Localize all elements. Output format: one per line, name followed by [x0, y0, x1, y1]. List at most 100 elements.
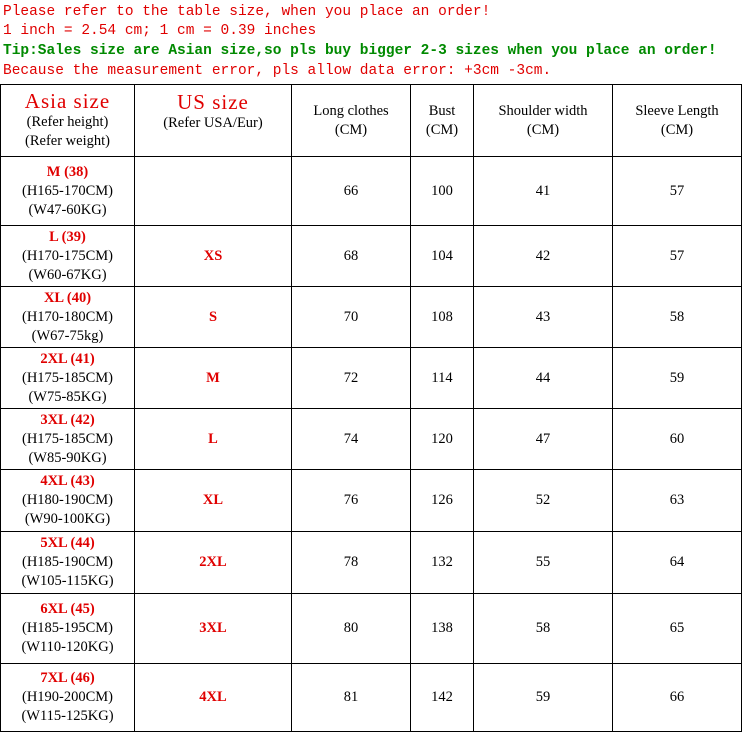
bust-cell: 126	[410, 469, 474, 532]
us-size-value: XS	[203, 247, 223, 264]
table-row: 4XL (43) (H180-190CM) (W90-100KG) XL 76 …	[0, 469, 742, 532]
asia-size-cell: 2XL (41) (H175-185CM) (W75-85KG)	[0, 347, 135, 409]
us-size-value: 2XL	[199, 554, 227, 570]
table-row: L (39) (H170-175CM) (W60-67KG) XS 68 104…	[0, 225, 742, 287]
asia-size-cell: L (39) (H170-175CM) (W60-67KG)	[0, 225, 135, 287]
bust-cell: 114	[410, 347, 474, 409]
asia-size-value: M (38)	[46, 163, 89, 180]
sleeve-length-cell: 58	[612, 286, 742, 348]
asia-size-value: L (39)	[49, 228, 86, 245]
sleeve-length-cell: 65	[612, 593, 742, 664]
bust-unit: (CM)	[425, 121, 459, 138]
refer-height: (H170-180CM)	[21, 308, 114, 325]
refer-height: (H185-195CM)	[21, 620, 114, 636]
refer-height: (H190-200CM)	[21, 689, 114, 705]
table-row: 6XL (45) (H185-195CM) (W110-120KG) 3XL 8…	[0, 593, 742, 664]
bust-cell: 138	[410, 593, 474, 664]
shoulder-width-cell: 41	[473, 156, 613, 226]
refer-weight: (W105-115KG)	[21, 573, 114, 589]
us-size-sub: (Refer USA/Eur)	[163, 115, 263, 131]
long-clothes-header: Long clothes (CM)	[291, 84, 411, 157]
bust-cell: 100	[410, 156, 474, 226]
refer-weight: (W67-75kg)	[31, 327, 104, 344]
us-size-value: M	[206, 369, 220, 386]
us-size-header: US size (Refer USA/Eur)	[134, 84, 292, 157]
asia-size-cell: 7XL (46) (H190-200CM) (W115-125KG)	[0, 663, 135, 732]
sleeve-length-cell: 57	[612, 156, 742, 226]
long-clothes-cell: 74	[291, 408, 411, 470]
shoulder-width-cell: 58	[473, 593, 613, 664]
refer-weight: (W115-125KG)	[21, 708, 114, 724]
table-row: 5XL (44) (H185-190CM) (W105-115KG) 2XL 7…	[0, 531, 742, 594]
long-clothes-cell: 78	[291, 531, 411, 594]
asia-size-cell: 6XL (45) (H185-195CM) (W110-120KG)	[0, 593, 135, 664]
header-row: Asia size (Refer height) (Refer weight) …	[0, 84, 742, 157]
conversion-note: 1 inch = 2.54 cm; 1 cm = 0.39 inches	[3, 23, 317, 39]
long-clothes-cell: 80	[291, 593, 411, 664]
asia-size-value: 4XL (43)	[40, 473, 95, 489]
refer-weight: (W85-90KG)	[28, 449, 107, 466]
us-size-value: XL	[202, 492, 224, 508]
asia-size-value: 2XL (41)	[40, 350, 95, 367]
shoulder-width-label: Shoulder width	[498, 102, 588, 119]
refer-weight: (W60-67KG)	[28, 266, 107, 283]
sleeve-length-cell: 63	[612, 469, 742, 532]
us-size-cell: 3XL	[134, 593, 292, 664]
us-size-cell: 2XL	[134, 531, 292, 594]
us-size-cell: 4XL	[134, 663, 292, 732]
us-size-value: S	[208, 308, 218, 325]
asia-size-header: Asia size (Refer height) (Refer weight)	[0, 84, 135, 157]
long-clothes-cell: 76	[291, 469, 411, 532]
table-row: 3XL (42) (H175-185CM) (W85-90KG) L 74 12…	[0, 408, 742, 470]
long-clothes-cell: 70	[291, 286, 411, 348]
us-size-value: 3XL	[199, 620, 227, 636]
long-clothes-cell: 66	[291, 156, 411, 226]
shoulder-width-cell: 55	[473, 531, 613, 594]
asia-size-value: 5XL (44)	[40, 535, 95, 551]
us-size-cell: L	[134, 408, 292, 470]
refer-height: (H185-190CM)	[21, 554, 114, 570]
sleeve-length-cell: 60	[612, 408, 742, 470]
asia-size-value: 7XL (46)	[40, 670, 95, 686]
asia-size-sub-height: (Refer height)	[26, 114, 109, 130]
asia-size-sub-weight: (Refer weight)	[25, 133, 110, 149]
us-size-value: L	[208, 430, 218, 447]
asia-size-value: XL (40)	[43, 289, 92, 306]
refer-weight: (W90-100KG)	[24, 511, 111, 527]
asia-size-value: 3XL (42)	[40, 411, 95, 428]
bust-cell: 142	[410, 663, 474, 732]
asia-size-cell: M (38) (H165-170CM) (W47-60KG)	[0, 156, 135, 226]
sleeve-length-cell: 57	[612, 225, 742, 287]
bust-cell: 104	[410, 225, 474, 287]
shoulder-width-cell: 42	[473, 225, 613, 287]
tip-note: Tip:Sales size are Asian size,so pls buy…	[3, 43, 717, 59]
refer-weight: (W110-120KG)	[21, 639, 114, 655]
asia-size-cell: 5XL (44) (H185-190CM) (W105-115KG)	[0, 531, 135, 594]
refer-weight: (W47-60KG)	[28, 201, 107, 218]
long-clothes-label: Long clothes	[313, 102, 389, 119]
sleeve-length-cell: 59	[612, 347, 742, 409]
sleeve-length-header: Sleeve Length (CM)	[612, 84, 742, 157]
shoulder-width-cell: 44	[473, 347, 613, 409]
long-clothes-unit: (CM)	[334, 121, 368, 138]
refer-height: (H165-170CM)	[21, 182, 114, 199]
us-size-cell	[134, 156, 292, 226]
size-table: Asia size (Refer height) (Refer weight) …	[0, 84, 742, 732]
bust-cell: 108	[410, 286, 474, 348]
asia-size-cell: 3XL (42) (H175-185CM) (W85-90KG)	[0, 408, 135, 470]
refer-height: (H170-175CM)	[21, 247, 114, 264]
sleeve-length-cell: 66	[612, 663, 742, 732]
order-note: Please refer to the table size, when you…	[3, 4, 491, 20]
shoulder-width-cell: 43	[473, 286, 613, 348]
asia-size-cell: XL (40) (H170-180CM) (W67-75kg)	[0, 286, 135, 348]
bust-label: Bust	[428, 102, 456, 119]
us-size-title: US size	[177, 90, 249, 114]
us-size-value: 4XL	[199, 689, 227, 705]
refer-weight: (W75-85KG)	[28, 388, 107, 405]
table-row: M (38) (H165-170CM) (W47-60KG) 66 100 41…	[0, 156, 742, 226]
long-clothes-cell: 68	[291, 225, 411, 287]
shoulder-width-cell: 52	[473, 469, 613, 532]
table-row: 2XL (41) (H175-185CM) (W75-85KG) M 72 11…	[0, 347, 742, 409]
sleeve-length-label: Sleeve Length	[635, 102, 719, 119]
sleeve-length-cell: 64	[612, 531, 742, 594]
